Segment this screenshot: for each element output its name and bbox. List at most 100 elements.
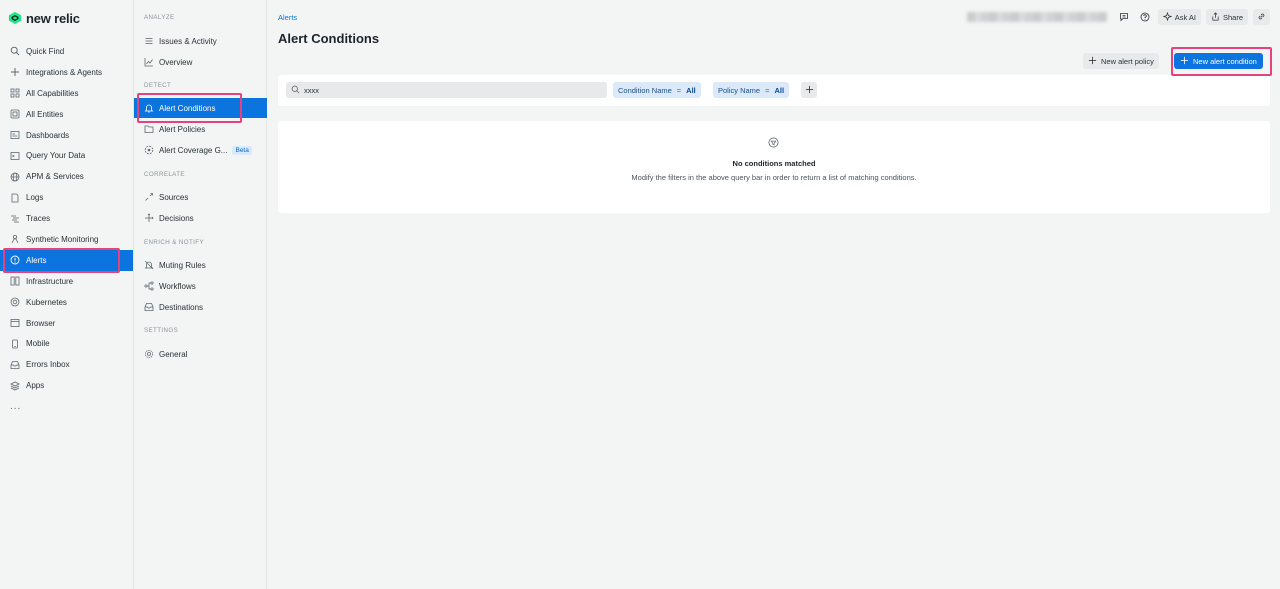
- sub-item-issues-activity[interactable]: Issues & Activity: [134, 31, 267, 51]
- ask-ai-label: Ask AI: [1174, 12, 1196, 22]
- plus-icon: [805, 85, 814, 96]
- nav-more-button[interactable]: ...: [0, 396, 133, 417]
- new-relic-logo-icon: [8, 11, 22, 25]
- search-icon: [10, 46, 20, 56]
- nav-item-browser[interactable]: Browser: [0, 313, 133, 334]
- filter-chip-value: All: [774, 85, 785, 95]
- apps-icon: [10, 381, 20, 391]
- nav-item-infrastructure[interactable]: Infrastructure: [0, 271, 133, 292]
- gear-icon: [144, 349, 154, 359]
- main-content: Alerts Alert Conditions Ask AI Share New…: [268, 0, 1280, 589]
- alert-icon: [10, 255, 20, 265]
- add-filter-button[interactable]: [801, 82, 817, 98]
- filter-chip-condition-name[interactable]: Condition Name = All: [613, 82, 701, 98]
- nav-item-mobile[interactable]: Mobile: [0, 333, 133, 354]
- filter-chip-name: Policy Name: [718, 85, 761, 95]
- empty-state-card: No conditions matched Modify the filters…: [278, 121, 1270, 213]
- sub-item-overview[interactable]: Overview: [134, 52, 267, 72]
- sub-item-alert-policies[interactable]: Alert Policies: [134, 119, 267, 139]
- beta-badge: Beta: [232, 145, 252, 155]
- empty-state-description: Modify the filters in the above query ba…: [631, 173, 917, 182]
- sparkle-icon: [1162, 11, 1172, 23]
- list-icon: [144, 36, 154, 46]
- filter-chip-value: All: [686, 85, 696, 95]
- new-alert-policy-button[interactable]: New alert policy: [1083, 53, 1159, 69]
- nav-item-label: Mobile: [26, 339, 50, 349]
- copy-link-button[interactable]: [1253, 9, 1270, 25]
- workflow-icon: [144, 281, 154, 291]
- plus-icon: [1088, 56, 1097, 67]
- plus-icon: [10, 67, 20, 77]
- new-relic-logo[interactable]: new relic: [8, 9, 80, 27]
- nav-item-query-your-data[interactable]: Query Your Data: [0, 145, 133, 166]
- sources-icon: [144, 192, 154, 202]
- filter-chip-operator: =: [676, 85, 682, 95]
- nav-item-all-entities[interactable]: All Entities: [0, 104, 133, 125]
- nav-item-label: Alerts: [26, 255, 47, 265]
- search-box[interactable]: [286, 82, 607, 98]
- nav-item-integrations[interactable]: Integrations & Agents: [0, 62, 133, 83]
- sub-item-sources[interactable]: Sources: [134, 187, 267, 207]
- nav-item-synthetic-monitoring[interactable]: Synthetic Monitoring: [0, 229, 133, 250]
- share-label: Share: [1222, 12, 1243, 22]
- share-icon: [1211, 11, 1220, 23]
- new-alert-condition-button[interactable]: New alert condition: [1174, 53, 1263, 69]
- nav-item-label: Infrastructure: [26, 276, 74, 286]
- nav-item-label: Apps: [26, 381, 45, 391]
- nav-item-label: Traces: [26, 214, 51, 224]
- nav-item-apm-services[interactable]: APM & Services: [0, 166, 133, 187]
- nav-item-kubernetes[interactable]: Kubernetes: [0, 292, 133, 313]
- ask-ai-button[interactable]: Ask AI: [1157, 9, 1201, 25]
- entities-icon: [10, 109, 20, 119]
- nav-item-dashboards[interactable]: Dashboards: [0, 125, 133, 146]
- mobile-icon: [10, 339, 20, 349]
- sub-item-general[interactable]: General: [134, 344, 267, 364]
- nav-item-apps[interactable]: Apps: [0, 375, 133, 396]
- nav-item-label: Logs: [26, 193, 44, 203]
- sub-item-label: Alert Conditions: [159, 103, 216, 113]
- nav-item-errors-inbox[interactable]: Errors Inbox: [0, 354, 133, 375]
- decisions-icon: [144, 213, 154, 223]
- nav-item-label: All Capabilities: [26, 88, 79, 98]
- coverage-icon: [144, 145, 154, 155]
- feedback-icon[interactable]: [1116, 9, 1132, 25]
- nav-item-all-capabilities[interactable]: All Capabilities: [0, 83, 133, 104]
- nav-item-logs[interactable]: Logs: [0, 187, 133, 208]
- filter-empty-icon: [768, 137, 779, 148]
- search-input[interactable]: [304, 85, 584, 95]
- share-button[interactable]: Share: [1205, 9, 1248, 25]
- chart-icon: [144, 57, 154, 67]
- nav-item-label: Dashboards: [26, 130, 70, 140]
- nav-item-label: Quick Find: [26, 46, 65, 56]
- sub-item-alert-conditions[interactable]: Alert Conditions: [134, 98, 267, 118]
- sub-item-muting-rules[interactable]: Muting Rules: [134, 255, 267, 275]
- sub-item-decisions[interactable]: Decisions: [134, 208, 267, 228]
- section-title-settings: SETTINGS: [144, 327, 179, 334]
- section-title-analyze: ANALYZE: [144, 14, 175, 21]
- sub-item-workflows[interactable]: Workflows: [134, 276, 267, 296]
- nav-item-alerts[interactable]: Alerts: [0, 249, 133, 271]
- folder-icon: [144, 124, 154, 134]
- section-title-detect: DETECT: [144, 82, 172, 89]
- grid-icon: [10, 88, 20, 98]
- globe-icon: [10, 172, 20, 182]
- search-icon: [291, 85, 300, 96]
- alerts-sidebar: ANALYZE Issues & Activity Overview DETEC…: [134, 0, 267, 589]
- sub-item-alert-coverage-gaps[interactable]: Alert Coverage G... Beta: [134, 140, 267, 160]
- help-icon[interactable]: [1137, 9, 1153, 25]
- sub-item-label: Destinations: [159, 302, 204, 312]
- new-alert-condition-label: New alert condition: [1193, 56, 1257, 66]
- empty-state-title: No conditions matched: [732, 159, 816, 168]
- breadcrumb-alerts[interactable]: Alerts: [278, 13, 297, 22]
- nav-item-quick-find[interactable]: Quick Find: [0, 41, 133, 62]
- sub-item-label: Alert Coverage G...: [159, 145, 228, 155]
- plus-icon: [1180, 56, 1189, 67]
- nav-item-label: Kubernetes: [26, 297, 67, 307]
- sub-item-destinations[interactable]: Destinations: [134, 297, 267, 317]
- filter-chip-policy-name[interactable]: Policy Name = All: [713, 82, 790, 98]
- account-switcher-blurred[interactable]: [966, 12, 1107, 22]
- nav-item-traces[interactable]: Traces: [0, 208, 133, 229]
- sub-item-label: Alert Policies: [159, 124, 206, 134]
- muted-bell-icon: [144, 260, 154, 270]
- sub-item-label: Issues & Activity: [159, 36, 217, 46]
